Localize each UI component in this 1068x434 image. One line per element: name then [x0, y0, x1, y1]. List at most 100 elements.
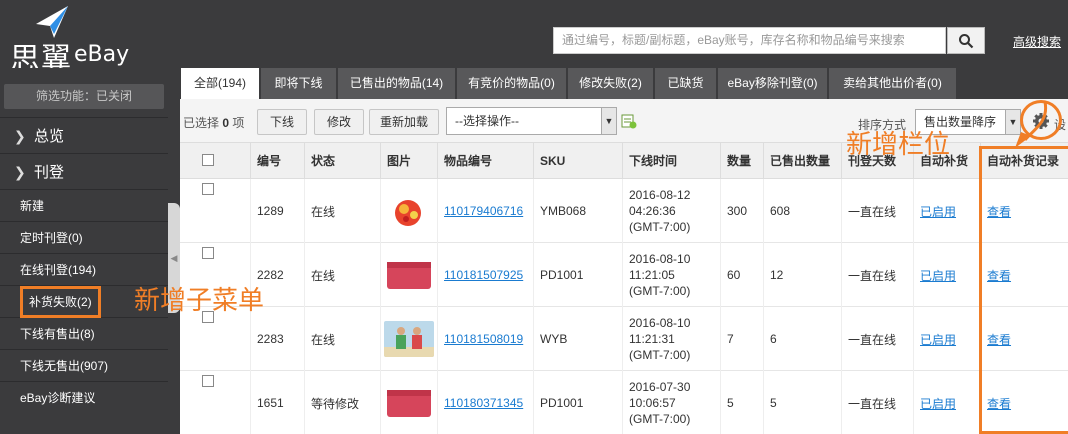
cell-end-time: 2016-08-12 04:26:36 (GMT-7:00) — [622, 179, 720, 243]
advanced-search-link[interactable]: 高级搜索 — [1013, 33, 1061, 50]
cell-image — [380, 307, 437, 371]
item-number-link[interactable]: 110181508019 — [444, 332, 523, 346]
cell-sku: WYB — [533, 307, 622, 371]
cell-days: 一直在线 — [841, 179, 913, 243]
table-row: 2283 在线 110181508019 WYB 2016-08-10 11:21:31 (… — [180, 307, 1068, 371]
app-logo[interactable]: 思翼 eBay — [6, 4, 146, 77]
col-header-sku[interactable]: SKU — [533, 143, 622, 179]
cell-auto-restock: 已启用 — [913, 371, 980, 434]
annotation-new-submenu: 新增子菜单 — [134, 286, 265, 316]
row-days: 一直在线 — [848, 268, 897, 283]
cell-status: 等待修改 — [304, 371, 380, 434]
nav-group-listing[interactable]: ❯ 刊登 — [0, 153, 168, 189]
cell-status: 在线 — [304, 179, 380, 243]
row-id: 1651 — [257, 396, 284, 410]
row-days: 一直在线 — [848, 396, 897, 411]
product-image[interactable] — [384, 385, 434, 421]
export-excel-icon[interactable] — [621, 114, 637, 129]
filter-status[interactable]: 筛选功能：已关闭 — [4, 84, 164, 109]
cell-sku: PD1001 — [533, 243, 622, 307]
search-button[interactable] — [947, 27, 985, 54]
cell-end-time: 2016-08-10 11:21:05 (GMT-7:00) — [622, 243, 720, 307]
tab-edit-failed[interactable]: 修改失败(2) — [567, 68, 653, 99]
auto-restock-link[interactable]: 已启用 — [920, 395, 956, 412]
col-header-status[interactable]: 状态 — [304, 143, 380, 179]
row-sku: PD1001 — [540, 268, 584, 282]
end-date: 2016-08-12 — [629, 188, 691, 202]
search-input[interactable]: 通过编号，标题/副标题，eBay账号，库存名称和物品编号来搜索 — [553, 27, 946, 54]
end-clock: 10:06:57 — [629, 396, 676, 410]
sidebar-item-offline-unsold[interactable]: 下线无售出(907) — [0, 349, 168, 381]
cell-item-number: 110181507925 — [437, 243, 533, 307]
product-image[interactable] — [384, 257, 434, 293]
row-quantity: 300 — [727, 204, 748, 218]
end-clock: 11:21:05 — [629, 268, 675, 282]
sidebar-item-label: 补货失败(2) — [20, 286, 101, 318]
cell-sold: 608 — [763, 179, 841, 243]
selected-number: 0 — [222, 116, 230, 130]
logo-text-en: eBay — [74, 42, 130, 67]
end-timezone: (GMT-7:00) — [629, 220, 691, 234]
row-checkbox[interactable] — [202, 247, 214, 259]
annotation-box-column — [979, 146, 1068, 434]
auto-restock-link[interactable]: 已启用 — [920, 203, 956, 220]
row-checkbox[interactable] — [202, 183, 214, 195]
cell-end-time: 2016-08-10 11:21:31 (GMT-7:00) — [622, 307, 720, 371]
end-timezone: (GMT-7:00) — [629, 348, 691, 362]
sidebar-item-offline-sold[interactable]: 下线有售出(8) — [0, 317, 168, 349]
selected-prefix: 已选择 — [183, 116, 220, 130]
select-all-checkbox[interactable] — [202, 154, 214, 166]
tab-second-chance[interactable]: 卖给其他出价者(0) — [828, 68, 956, 99]
row-sold: 608 — [770, 204, 791, 218]
row-quantity: 5 — [727, 396, 734, 410]
table-row: 1651 等待修改 110180371345 PD1001 2016-07-30 10:0… — [180, 371, 1068, 434]
col-header-quantity[interactable]: 数量 — [720, 143, 763, 179]
cell-status: 在线 — [304, 307, 380, 371]
sidebar-item-diagnostics[interactable]: eBay诊断建议 — [0, 381, 168, 413]
auto-restock-link[interactable]: 已启用 — [920, 267, 956, 284]
table-row: 2282 在线 110181507925 PD1001 2016-08-10 11:21:… — [180, 243, 1068, 307]
item-number-link[interactable]: 110181507925 — [444, 268, 523, 282]
col-header-id[interactable]: 编号 — [250, 143, 304, 179]
nav-group-overview[interactable]: ❯ 总览 — [0, 117, 168, 153]
cell-quantity: 300 — [720, 179, 763, 243]
action-select[interactable]: --选择操作-- ▼ — [446, 107, 617, 135]
cell-image — [380, 179, 437, 243]
chevron-right-icon: ❯ — [14, 128, 26, 144]
cell-sku: PD1001 — [533, 371, 622, 434]
nav-group-label: 总览 — [34, 128, 65, 145]
tab-out-of-stock[interactable]: 已缺货 — [654, 68, 716, 99]
tab-with-bids[interactable]: 有竞价的物品(0) — [456, 68, 566, 99]
tab-all[interactable]: 全部(194) — [180, 68, 259, 99]
tab-sold[interactable]: 已售出的物品(14) — [337, 68, 455, 99]
col-header-item-number[interactable]: 物品编号 — [437, 143, 533, 179]
cell-quantity: 7 — [720, 307, 763, 371]
offline-button[interactable]: 下线 — [257, 109, 307, 135]
product-image[interactable] — [384, 321, 434, 357]
cell-item-number: 110180371345 — [437, 371, 533, 434]
item-number-link[interactable]: 110180371345 — [444, 396, 523, 410]
auto-restock-link[interactable]: 已启用 — [920, 331, 956, 348]
cell-end-time: 2016-07-30 10:06:57 (GMT-7:00) — [622, 371, 720, 434]
edit-button[interactable]: 修改 — [314, 109, 364, 135]
tab-ebay-removed[interactable]: eBay移除刊登(0) — [717, 68, 827, 99]
tab-ending-soon[interactable]: 即将下线 — [260, 68, 336, 99]
row-select-cell — [180, 179, 250, 243]
product-image[interactable] — [384, 193, 434, 229]
cell-days: 一直在线 — [841, 307, 913, 371]
col-header-sold[interactable]: 已售出数量 — [763, 143, 841, 179]
reload-button[interactable]: 重新加载 — [369, 109, 439, 135]
row-end-time: 2016-07-30 10:06:57 (GMT-7:00) — [629, 379, 690, 427]
end-timezone: (GMT-7:00) — [629, 412, 691, 426]
row-quantity: 7 — [727, 332, 734, 346]
sidebar-item-scheduled[interactable]: 定时刊登(0) — [0, 221, 168, 253]
item-number-link[interactable]: 110179406716 — [444, 204, 523, 218]
col-header-end-time[interactable]: 下线时间 — [622, 143, 720, 179]
sidebar-item-new[interactable]: 新建 — [0, 189, 168, 221]
selected-suffix: 项 — [232, 116, 245, 130]
cell-id: 1289 — [250, 179, 304, 243]
row-checkbox[interactable] — [202, 375, 214, 387]
cell-sold: 5 — [763, 371, 841, 434]
search-icon — [959, 33, 974, 48]
cell-sold: 12 — [763, 243, 841, 307]
